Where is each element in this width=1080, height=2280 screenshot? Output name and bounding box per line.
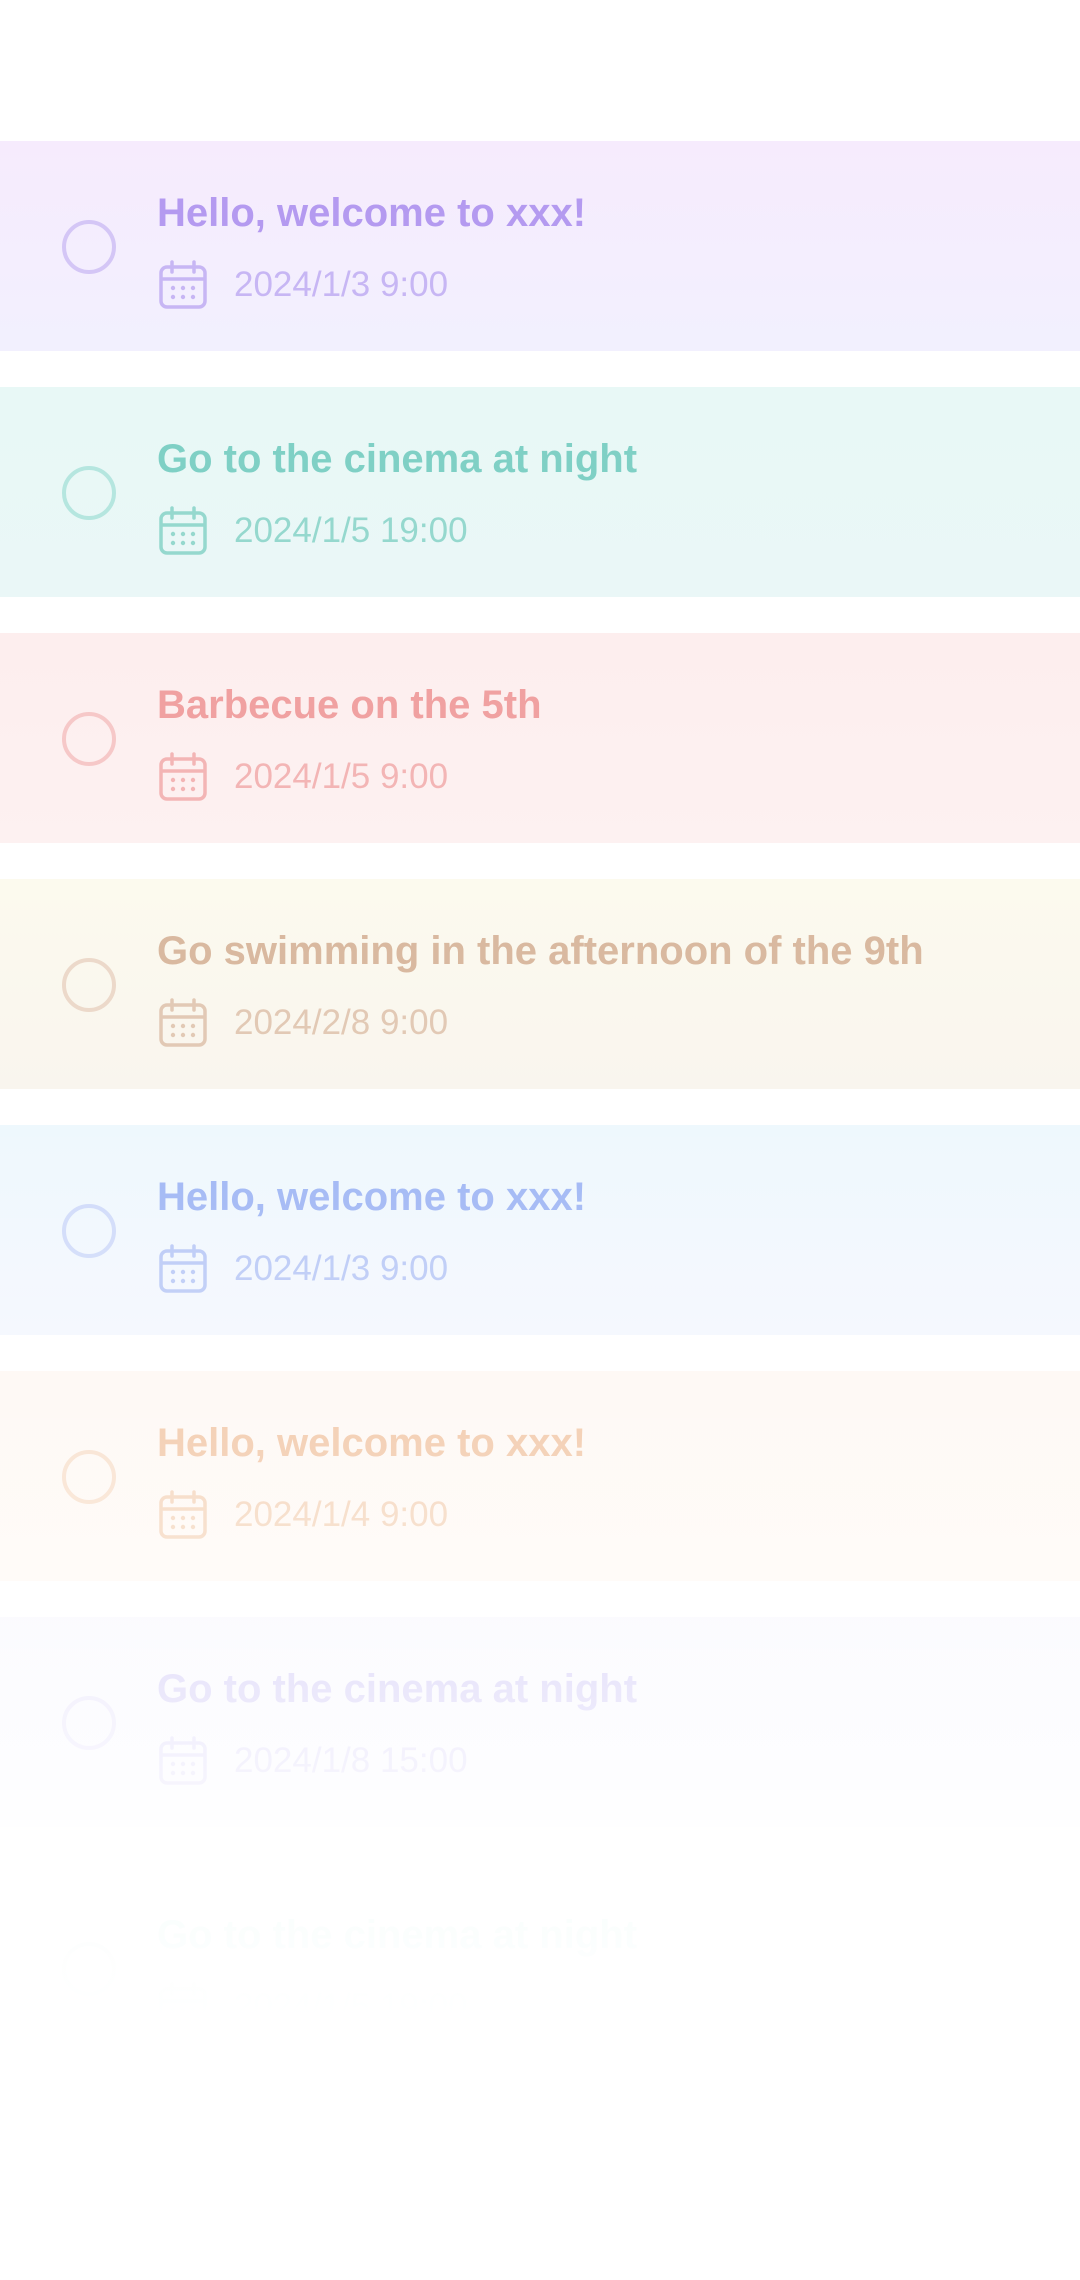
task-title: Hello, welcome to xxx!: [157, 1175, 587, 1219]
calendar-icon: [159, 1490, 207, 1539]
task-title: Hello, welcome to xxx!: [157, 1421, 587, 1465]
calendar-icon: [159, 1736, 207, 1785]
task-date: 2024/1/5 19:00: [234, 1987, 468, 2026]
circle-checkbox-icon[interactable]: [62, 1450, 116, 1504]
task-card[interactable]: Go to the cinema at night 2024/1/5 19:00: [0, 387, 1080, 597]
circle-checkbox-icon[interactable]: [62, 1204, 116, 1258]
task-title: Hello, welcome to xxx!: [157, 191, 587, 235]
task-card[interactable]: Hello, welcome to xxx! 2024/1/3 9:00: [0, 1125, 1080, 1335]
calendar-icon: [159, 752, 207, 801]
circle-checkbox-icon[interactable]: [62, 712, 116, 766]
task-card[interactable]: Go to the cinema at night 2024/1/5 19:00: [0, 1863, 1080, 2073]
circle-checkbox-icon[interactable]: [62, 466, 116, 520]
circle-checkbox-icon[interactable]: [62, 1942, 116, 1996]
circle-checkbox-icon[interactable]: [62, 958, 116, 1012]
task-date: 2024/1/3 9:00: [234, 265, 449, 304]
task-date: 2024/1/3 9:00: [234, 1249, 449, 1288]
task-date: 2024/2/8 9:00: [234, 1003, 449, 1042]
task-title: Go swimming in the afternoon of the 9th: [157, 929, 924, 973]
todo-screen: Hello, welcome to xxx! 2024/1/3 9:00 Go t…: [0, 0, 1080, 2280]
task-card[interactable]: Go swimming in the afternoon of the 9th …: [0, 879, 1080, 1089]
task-list: Hello, welcome to xxx! 2024/1/3 9:00 Go t…: [0, 141, 1080, 2109]
task-title: Go to the cinema at night: [157, 1667, 638, 1711]
calendar-icon: [159, 1244, 207, 1293]
circle-checkbox-icon[interactable]: [62, 220, 116, 274]
task-card[interactable]: Hello, welcome to xxx! 2024/1/4 9:00: [0, 1371, 1080, 1581]
task-date: 2024/1/5 19:00: [234, 511, 468, 550]
task-title: Go to the cinema at night: [157, 1913, 638, 1957]
task-card[interactable]: Hello, welcome to xxx! 2024/1/3 9:00: [0, 141, 1080, 351]
task-title: Barbecue on the 5th: [157, 683, 542, 727]
task-date: 2024/1/8 15:00: [234, 1741, 468, 1780]
task-card[interactable]: Barbecue on the 5th 2024/1/5 9:00: [0, 633, 1080, 843]
calendar-icon: [159, 506, 207, 555]
calendar-icon: [159, 1982, 207, 2031]
circle-checkbox-icon[interactable]: [62, 1696, 116, 1750]
task-date: 2024/1/4 9:00: [234, 1495, 449, 1534]
task-card[interactable]: Go to the cinema at night 2024/1/8 15:00: [0, 1617, 1080, 1827]
task-title: Go to the cinema at night: [157, 437, 638, 481]
task-date: 2024/1/5 9:00: [234, 757, 449, 796]
calendar-icon: [159, 260, 207, 309]
calendar-icon: [159, 998, 207, 1047]
